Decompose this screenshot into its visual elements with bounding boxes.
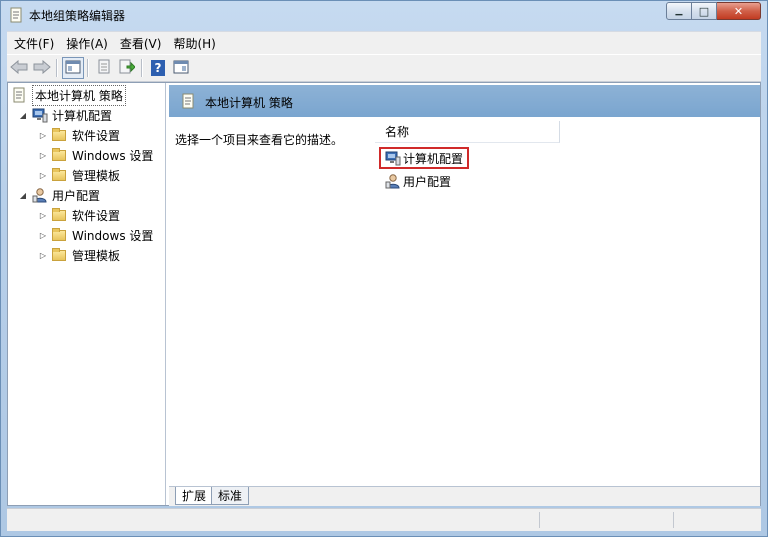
minimize-icon: ▁	[675, 6, 683, 16]
app-window: 本地组策略编辑器 ▁ □ ✕ 文件(F) 操作(A) 查看(V) 帮助(H) ?…	[0, 0, 768, 537]
navigation-tree: 本地计算机 策略 ◢ 计算机配置 ▷ 软件设置 ▷ Windows 设置 ▷ 管…	[8, 83, 166, 505]
close-icon: ✕	[733, 4, 744, 18]
tree-item-user-software-settings[interactable]: ▷ 软件设置	[38, 205, 120, 225]
tab-extended[interactable]: 扩展	[175, 487, 214, 505]
menu-action[interactable]: 操作(A)	[61, 35, 113, 52]
details-header-title: 本地计算机 策略	[205, 96, 293, 110]
column-header-label: 名称	[385, 125, 410, 139]
toolbar-separator	[87, 59, 89, 77]
show-hide-action-pane-button[interactable]	[170, 57, 192, 79]
tree-item-computer-windows-settings[interactable]: ▷ Windows 设置	[38, 145, 153, 165]
tree-item-label: Windows 设置	[72, 148, 154, 163]
item-description: 选择一个项目来查看它的描述。	[175, 133, 344, 147]
tab-standard[interactable]: 标准	[211, 487, 250, 505]
tree-item-local-computer-policy[interactable]: 本地计算机 策略	[12, 84, 126, 106]
show-hide-action-pane-icon	[173, 60, 189, 77]
status-bar-divider	[673, 512, 674, 528]
forward-arrow-icon	[33, 59, 51, 77]
user-icon	[385, 173, 401, 189]
tree-item-label: 本地计算机 策略	[32, 84, 126, 106]
status-bar-divider	[539, 512, 540, 528]
menu-help[interactable]: 帮助(H)	[168, 35, 220, 52]
forward-button[interactable]	[31, 57, 53, 79]
folder-icon	[52, 227, 68, 243]
expanded-triangle-icon[interactable]: ◢	[18, 191, 28, 200]
folder-icon	[52, 247, 68, 263]
tree-item-label: 计算机配置	[52, 108, 113, 123]
details-header: 本地计算机 策略	[169, 85, 760, 117]
tree-item-label: 软件设置	[72, 128, 121, 143]
help-icon: ?	[151, 60, 165, 76]
tab-label: 扩展	[182, 489, 207, 503]
view-tabs: 扩展 标准	[169, 486, 760, 506]
maximize-icon: □	[698, 4, 710, 18]
collapsed-triangle-icon[interactable]: ▷	[38, 131, 48, 140]
menu-file[interactable]: 文件(F)	[9, 35, 59, 52]
tree-item-user-admin-templates[interactable]: ▷ 管理模板	[38, 245, 120, 265]
tree-item-computer-config[interactable]: ◢ 计算机配置	[18, 105, 112, 125]
window-title: 本地组策略编辑器	[29, 9, 126, 23]
collapsed-triangle-icon[interactable]: ▷	[38, 171, 48, 180]
tree-item-user-config[interactable]: ◢ 用户配置	[18, 185, 100, 205]
show-hide-tree-button[interactable]	[62, 57, 84, 79]
toolbar-separator	[141, 59, 143, 77]
column-header-name[interactable]: 名称	[375, 121, 560, 143]
maximize-button[interactable]: □	[692, 2, 717, 20]
properties-button[interactable]	[93, 57, 115, 79]
policy-document-icon	[12, 87, 28, 103]
tree-item-label: 软件设置	[72, 208, 121, 223]
computer-icon	[32, 107, 48, 123]
folder-icon	[52, 207, 68, 223]
tab-label: 标准	[218, 489, 243, 503]
list-item-label: 用户配置	[403, 174, 452, 189]
tree-item-user-windows-settings[interactable]: ▷ Windows 设置	[38, 225, 153, 245]
tree-item-computer-software-settings[interactable]: ▷ 软件设置	[38, 125, 120, 145]
collapsed-triangle-icon[interactable]: ▷	[38, 251, 48, 260]
window-controls: ▁ □ ✕	[666, 2, 761, 21]
tree-item-label: 用户配置	[52, 188, 101, 203]
user-icon	[32, 187, 48, 203]
folder-icon	[52, 147, 68, 163]
console-content: 本地计算机 策略 ◢ 计算机配置 ▷ 软件设置 ▷ Windows 设置 ▷ 管…	[7, 82, 761, 506]
back-button[interactable]	[8, 57, 30, 79]
toolbar-separator	[56, 59, 58, 77]
list-item-label: 计算机配置	[403, 151, 464, 166]
properties-icon	[97, 59, 111, 77]
folder-icon	[52, 127, 68, 143]
folder-icon	[52, 167, 68, 183]
items-list: 名称 计算机配置 用户配置	[375, 117, 760, 482]
collapsed-triangle-icon[interactable]: ▷	[38, 151, 48, 160]
toolbar: ?	[7, 54, 761, 82]
collapsed-triangle-icon[interactable]: ▷	[38, 231, 48, 240]
menu-bar: 文件(F) 操作(A) 查看(V) 帮助(H)	[7, 31, 761, 54]
close-button[interactable]: ✕	[717, 2, 761, 20]
expanded-triangle-icon[interactable]: ◢	[18, 111, 28, 120]
list-item-computer-config[interactable]: 计算机配置	[379, 147, 470, 169]
export-list-button[interactable]	[116, 57, 138, 79]
export-list-icon	[119, 59, 136, 77]
status-bar	[7, 508, 761, 531]
policy-document-icon	[9, 7, 23, 23]
title-bar[interactable]: 本地组策略编辑器 ▁ □ ✕	[1, 1, 767, 29]
list-item-user-config[interactable]: 用户配置	[381, 170, 455, 192]
collapsed-triangle-icon[interactable]: ▷	[38, 211, 48, 220]
computer-icon	[385, 150, 401, 166]
show-hide-tree-icon	[65, 60, 81, 77]
help-button[interactable]: ?	[147, 57, 169, 79]
tree-item-label: 管理模板	[72, 168, 121, 183]
back-arrow-icon	[10, 59, 28, 77]
tree-item-label: Windows 设置	[72, 228, 154, 243]
policy-document-icon	[181, 93, 195, 112]
tree-item-computer-admin-templates[interactable]: ▷ 管理模板	[38, 165, 120, 185]
details-pane: 本地计算机 策略 选择一个项目来查看它的描述。 名称 计算机配置 用户配置	[169, 83, 760, 505]
menu-view[interactable]: 查看(V)	[115, 35, 167, 52]
tree-item-label: 管理模板	[72, 248, 121, 263]
minimize-button[interactable]: ▁	[666, 2, 692, 20]
